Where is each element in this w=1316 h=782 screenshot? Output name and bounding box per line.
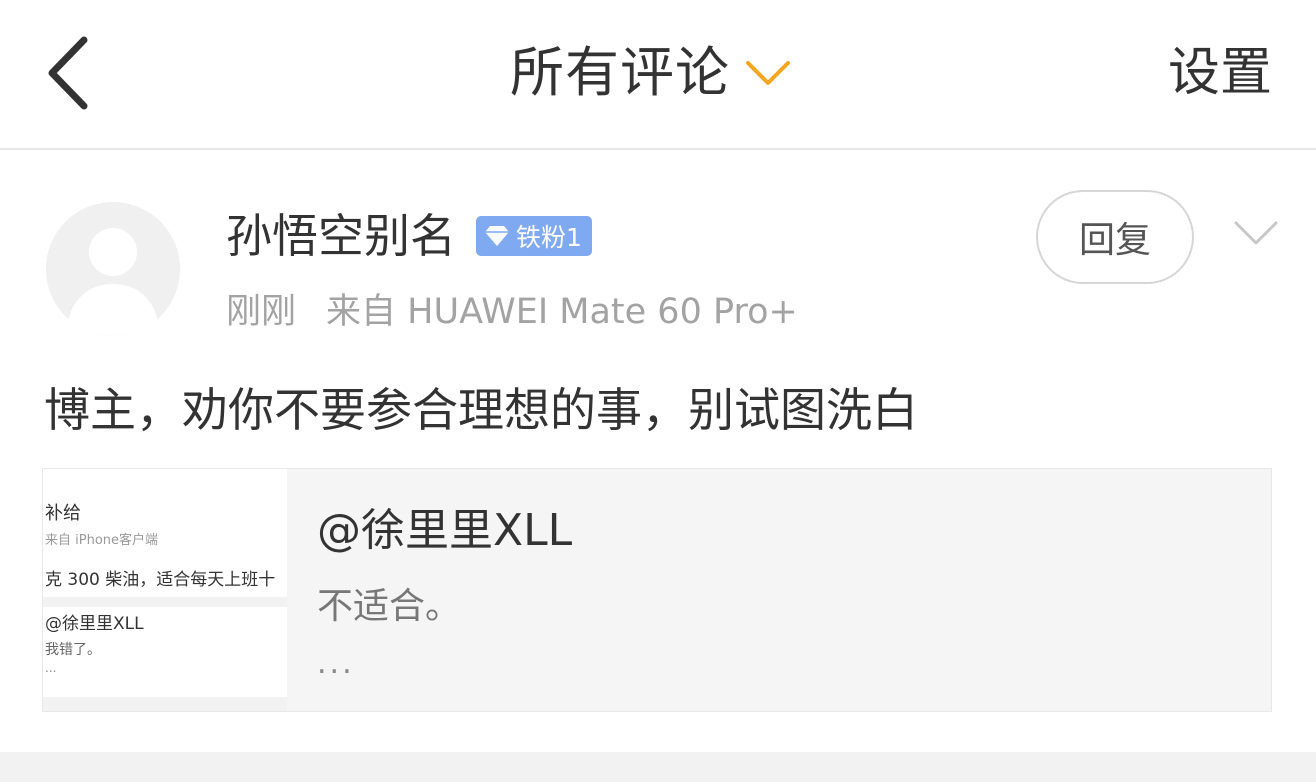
reply-button[interactable]: 回复 — [1036, 190, 1194, 284]
avatar[interactable] — [46, 202, 180, 336]
fan-level-badge: 铁粉1 — [476, 216, 592, 256]
thumbnail-divider — [43, 697, 287, 711]
comment-text: 博主，劝你不要参合理想的事，别试图洗白 — [44, 383, 918, 437]
chevron-down-icon[interactable] — [1232, 218, 1280, 248]
comment-meta: 刚刚 来自 HUAWEI Mate 60 Pro+ — [226, 282, 798, 334]
quoted-comment-card[interactable]: 补给 来自 iPhone客户端 克 300 柴油，适合每天上班十 @徐里里XLL… — [42, 468, 1272, 712]
diamond-icon — [485, 226, 509, 246]
back-button[interactable] — [38, 28, 108, 118]
thumbnail-text: 补给 — [45, 503, 81, 524]
fan-badge-label: 铁粉1 — [516, 223, 582, 252]
comments-page: 所有评论 设置 孙悟空别名 铁粉1 刚刚 来自 HUAWEI Mate 60 P… — [0, 0, 1316, 782]
quoted-ellipsis: ... — [317, 646, 355, 681]
comment-time: 刚刚 — [226, 291, 297, 332]
thumbnail-text: 来自 iPhone客户端 — [45, 533, 159, 548]
page-title: 所有评论 — [510, 41, 730, 104]
top-nav-bar: 所有评论 设置 — [0, 0, 1316, 150]
section-separator — [0, 752, 1316, 782]
quoted-screenshot-thumbnail[interactable]: 补给 来自 iPhone客户端 克 300 柴油，适合每天上班十 @徐里里XLL… — [43, 469, 287, 711]
quoted-text: 不适合。 — [317, 586, 462, 627]
thumbnail-divider — [43, 597, 287, 607]
default-avatar-icon — [46, 202, 180, 336]
chevron-down-icon — [746, 61, 790, 85]
settings-button[interactable]: 设置 — [1168, 38, 1272, 108]
thumbnail-text: 我错了。 — [45, 642, 101, 658]
chevron-left-icon — [48, 36, 88, 110]
comment-username[interactable]: 孙悟空别名 — [226, 204, 456, 268]
quoted-username: @徐里里XLL — [317, 505, 573, 556]
thumbnail-text: ... — [45, 661, 57, 675]
thumbnail-text: 克 300 柴油，适合每天上班十 — [45, 570, 276, 590]
comment-source: 来自 HUAWEI Mate 60 Pro+ — [326, 291, 798, 332]
comment-header: 孙悟空别名 铁粉1 — [226, 204, 592, 268]
thumbnail-text: @徐里里XLL — [45, 614, 144, 634]
comment-filter-dropdown[interactable]: 所有评论 — [510, 38, 792, 108]
